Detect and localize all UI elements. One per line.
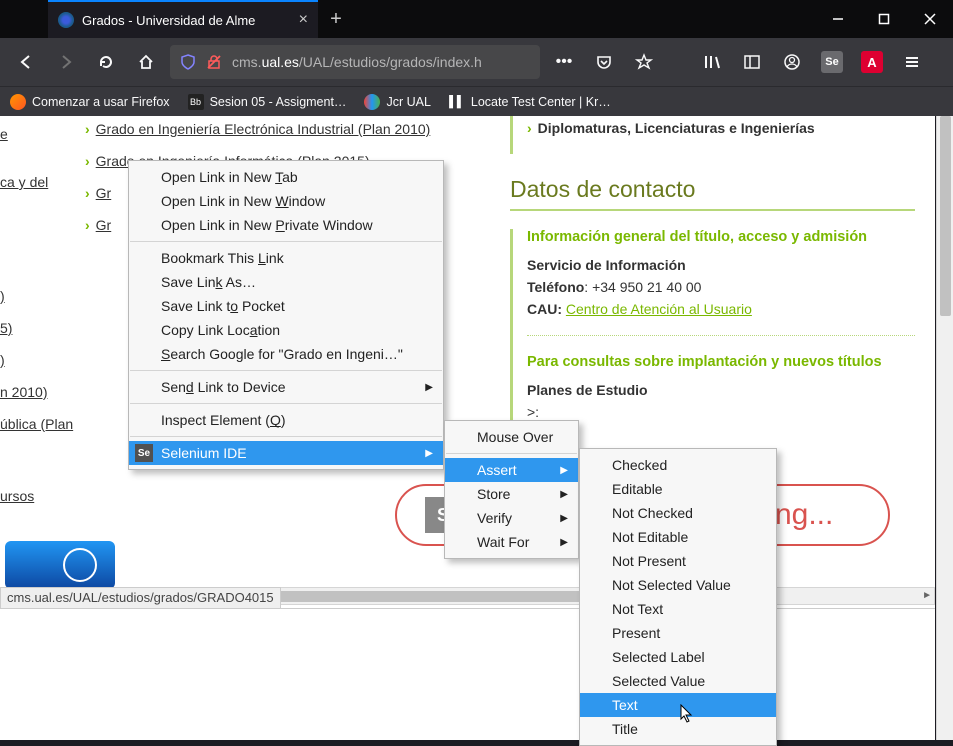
ctx-save-pocket[interactable]: Save Link to Pocket <box>129 294 443 318</box>
plans-label: Planes de Estudio <box>527 382 915 398</box>
reload-button[interactable] <box>90 46 122 78</box>
close-window-button[interactable] <box>907 0 953 38</box>
address-bar[interactable]: cms.ual.es/UAL/estudios/grados/index.h <box>170 45 540 79</box>
ctx-search-google[interactable]: Search Google for "Grado en Ingeni…" <box>129 342 443 366</box>
close-tab-icon[interactable]: × <box>299 11 308 29</box>
vertical-scrollbar[interactable] <box>936 116 953 740</box>
link-fragment[interactable]: e <box>0 126 8 142</box>
degree-link[interactable]: Gr <box>96 217 112 233</box>
maximize-button[interactable] <box>861 0 907 38</box>
degree-link[interactable]: Gr <box>96 185 112 201</box>
url-text: cms.ual.es/UAL/estudios/grados/index.h <box>232 54 482 70</box>
ctx-send-link[interactable]: Send Link to Device▶ <box>129 375 443 399</box>
assert-editable[interactable]: Editable <box>580 477 776 501</box>
assert-checked[interactable]: Checked <box>580 453 776 477</box>
ctx-bookmark-link[interactable]: Bookmark This Link <box>129 246 443 270</box>
bookmark-star-icon[interactable] <box>628 46 660 78</box>
bookmark-item[interactable]: Jcr UAL <box>364 94 430 110</box>
firefox-icon <box>10 94 26 110</box>
kr-icon: ▌▌ <box>449 94 465 110</box>
degree-link[interactable]: Grado en Ingeniería Electrónica Industri… <box>96 121 431 137</box>
dev-badge[interactable] <box>5 541 115 589</box>
right-link[interactable]: Diplomaturas, Licenciaturas e Ingeniería… <box>538 120 815 136</box>
bullet-icon: › <box>85 121 90 137</box>
cau-link[interactable]: Centro de Atención al Usuario <box>566 301 752 317</box>
assert-selected-label[interactable]: Selected Label <box>580 645 776 669</box>
bullet-icon: › <box>85 185 90 201</box>
bullet-icon: › <box>85 153 90 169</box>
assert-title[interactable]: Title <box>580 717 776 741</box>
ctx-save-link-as[interactable]: Save Link As… <box>129 270 443 294</box>
bookmark-item[interactable]: BbSesion 05 - Assigment… <box>188 94 347 110</box>
sub-mouse-over[interactable]: Mouse Over <box>445 425 578 449</box>
selenium-icon: Se <box>135 444 153 462</box>
jcr-icon <box>364 94 380 110</box>
bullet-icon: › <box>527 120 532 136</box>
ctx-open-private[interactable]: Open Link in New Private Window <box>129 213 443 237</box>
assert-text[interactable]: Text <box>580 693 776 717</box>
insecure-icon[interactable] <box>206 54 222 70</box>
ctx-open-new-window[interactable]: Open Link in New Window <box>129 189 443 213</box>
sub-assert[interactable]: Assert▶ <box>445 458 578 482</box>
window-titlebar: Grados - Universidad de Alme × + <box>0 0 953 38</box>
sub-wait-for[interactable]: Wait For▶ <box>445 530 578 554</box>
home-button[interactable] <box>130 46 162 78</box>
browser-toolbar: cms.ual.es/UAL/estudios/grados/index.h •… <box>0 38 953 86</box>
browser-tab[interactable]: Grados - Universidad de Alme × <box>48 0 318 38</box>
menu-button[interactable] <box>896 46 928 78</box>
assert-not-selected-value[interactable]: Not Selected Value <box>580 573 776 597</box>
bb-icon: Bb <box>188 94 204 110</box>
back-button[interactable] <box>10 46 42 78</box>
section-title: Datos de contacto <box>510 176 915 211</box>
assert-present[interactable]: Present <box>580 621 776 645</box>
link-fragment[interactable]: ca y del <box>0 174 48 190</box>
minimize-button[interactable] <box>815 0 861 38</box>
sidebar-icon[interactable] <box>736 46 768 78</box>
divider <box>527 335 915 336</box>
context-submenu-selenium: Mouse Over Assert▶ Store▶ Verify▶ Wait F… <box>444 420 579 559</box>
favicon <box>58 12 74 28</box>
sub-verify[interactable]: Verify▶ <box>445 506 578 530</box>
account-icon[interactable] <box>776 46 808 78</box>
assert-selected-value[interactable]: Selected Value <box>580 669 776 693</box>
ctx-open-new-tab[interactable]: Open Link in New Tab <box>129 165 443 189</box>
pocket-icon[interactable] <box>588 46 620 78</box>
context-submenu-assert: Checked Editable Not Checked Not Editabl… <box>579 448 777 746</box>
new-tab-button[interactable]: + <box>318 0 354 38</box>
ctx-inspect[interactable]: Inspect Element (Q) <box>129 408 443 432</box>
subhead: Para consultas sobre implantación y nuev… <box>527 354 915 370</box>
angular-button[interactable]: A <box>856 46 888 78</box>
context-menu: Open Link in New Tab Open Link in New Wi… <box>128 160 444 470</box>
bullet-icon: › <box>85 217 90 233</box>
sub-store[interactable]: Store▶ <box>445 482 578 506</box>
subhead: Información general del título, acceso y… <box>527 229 915 245</box>
assert-not-editable[interactable]: Not Editable <box>580 525 776 549</box>
status-bar: cms.ual.es/UAL/estudios/grados/GRADO4015 <box>0 587 281 609</box>
shield-icon[interactable] <box>180 54 196 70</box>
tab-title: Grados - Universidad de Alme <box>82 13 291 28</box>
selenium-button[interactable]: Se <box>816 46 848 78</box>
bookmark-item[interactable]: Comenzar a usar Firefox <box>10 94 170 110</box>
assert-not-checked[interactable]: Not Checked <box>580 501 776 525</box>
bookmark-item[interactable]: ▌▌Locate Test Center | Kr… <box>449 94 611 110</box>
ctx-copy-link[interactable]: Copy Link Location <box>129 318 443 342</box>
forward-button <box>50 46 82 78</box>
page-actions-icon[interactable]: ••• <box>548 46 580 78</box>
bookmarks-toolbar: Comenzar a usar Firefox BbSesion 05 - As… <box>0 86 953 116</box>
assert-not-text[interactable]: Not Text <box>580 597 776 621</box>
ctx-selenium-ide[interactable]: Se Selenium IDE▶ <box>129 441 443 465</box>
library-icon[interactable] <box>696 46 728 78</box>
iframe-blank <box>0 608 935 740</box>
assert-not-present[interactable]: Not Present <box>580 549 776 573</box>
service-name: Servicio de Información <box>527 257 915 273</box>
